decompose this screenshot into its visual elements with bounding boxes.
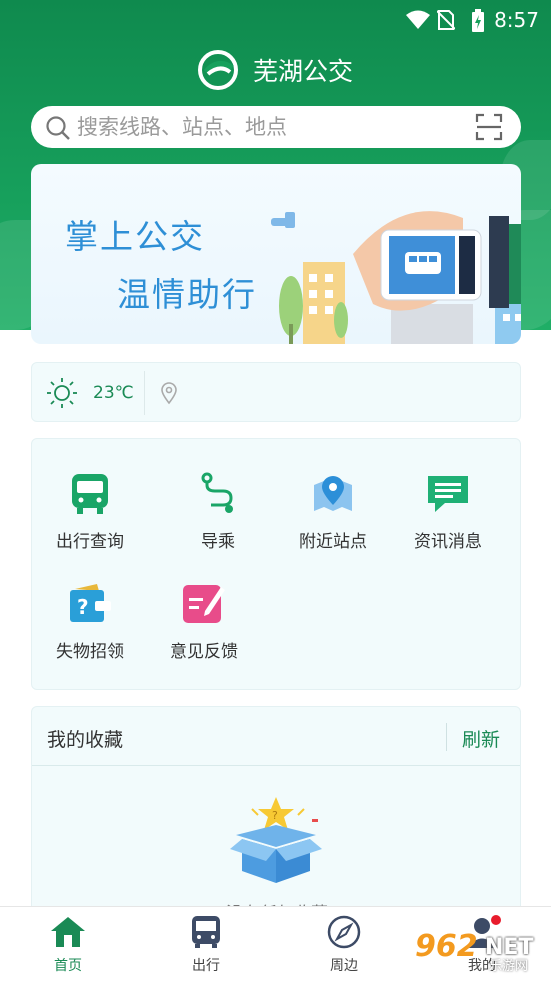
bus-icon [192, 916, 220, 948]
status-time: 8:57 [494, 8, 539, 32]
service-grid: 出行查询 导乘 附近站点 资讯消息 ? 失物招领 意见反馈 [31, 438, 521, 690]
weather-bar[interactable]: 23℃ [31, 362, 521, 422]
bus-icon [72, 474, 108, 514]
service-label: 导乘 [201, 532, 235, 552]
favorites-divider [446, 723, 447, 751]
app-title: 芜湖公交 [253, 57, 354, 86]
sun-icon [47, 378, 77, 408]
status-bar: 8:57 [0, 0, 551, 40]
search-bar[interactable] [31, 106, 521, 148]
tab-label: 出行 [192, 958, 220, 974]
favorites-panel: 我的收藏 刷新 ? 没有任何收藏 [31, 706, 521, 916]
banner-line2: 温情助行 [117, 275, 257, 314]
search-input[interactable] [77, 112, 457, 142]
feedback-icon [183, 585, 225, 623]
search-icon [46, 116, 70, 140]
service-label: 资讯消息 [414, 532, 482, 552]
service-lost-found[interactable]: ? 失物招领 [30, 581, 150, 662]
tab-home[interactable]: 首页 [18, 915, 118, 975]
battery-charging-icon [472, 9, 484, 32]
no-sim-icon [437, 10, 455, 30]
watermark-number: 962 [415, 929, 478, 964]
watermark-sub: 乐游网 [489, 959, 529, 974]
tab-travel[interactable]: 出行 [156, 915, 256, 975]
favorites-header-line [32, 765, 520, 766]
scan-icon[interactable] [475, 113, 503, 141]
refresh-button[interactable]: 刷新 [462, 725, 500, 752]
service-guide[interactable]: 导乘 [158, 471, 278, 552]
service-feedback[interactable]: 意见反馈 [144, 581, 264, 662]
app-logo-icon [197, 50, 238, 90]
tab-label: 首页 [54, 958, 82, 974]
home-icon [51, 917, 85, 947]
message-icon [428, 476, 468, 512]
promo-banner[interactable]: 掌上公交 温情助行 [31, 164, 521, 344]
service-nearby-stops[interactable]: 附近站点 [273, 471, 393, 552]
location-icon[interactable] [160, 381, 178, 405]
svg-text:?: ? [77, 595, 89, 619]
service-label: 意见反馈 [170, 642, 238, 662]
service-news[interactable]: 资讯消息 [388, 471, 508, 552]
weather-divider [144, 371, 145, 415]
compass-icon [327, 915, 361, 949]
watermark-logo: 962 NET 乐游网 [415, 925, 545, 974]
wifi-icon [406, 10, 430, 29]
service-travel-query[interactable]: 出行查询 [30, 471, 150, 552]
temperature-text: 23℃ [93, 383, 134, 403]
route-icon [201, 472, 233, 513]
favorites-title: 我的收藏 [47, 729, 124, 751]
service-label: 附近站点 [299, 532, 367, 552]
app-header: 芜湖公交 [0, 50, 551, 90]
banner-line1: 掌上公交 [65, 217, 205, 256]
banner-illustration [271, 211, 521, 344]
tab-nearby[interactable]: 周边 [294, 915, 394, 975]
service-label: 出行查询 [56, 532, 124, 552]
empty-box-icon: ? [230, 797, 322, 883]
service-label: 失物招领 [56, 642, 124, 662]
svg-text:?: ? [272, 809, 278, 822]
tab-label: 周边 [330, 958, 358, 974]
lost-found-icon: ? [70, 584, 111, 622]
map-pin-icon [314, 476, 352, 511]
